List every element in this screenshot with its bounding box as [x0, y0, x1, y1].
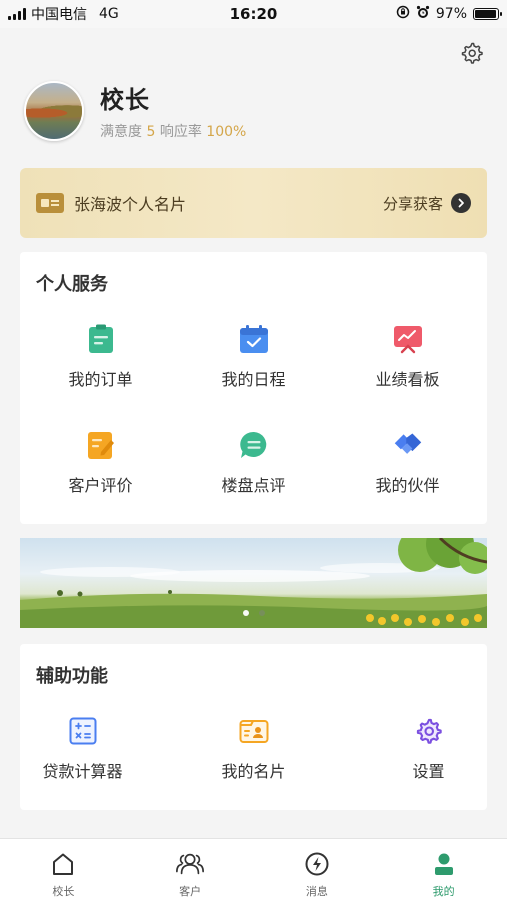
battery-icon — [473, 8, 502, 20]
service-property-reviews[interactable]: 楼盘点评 — [176, 430, 331, 496]
tab-mine[interactable]: 我的 — [380, 839, 507, 900]
handshake-icon — [393, 430, 423, 460]
battery-percent: 97% — [435, 6, 467, 22]
customers-icon — [175, 849, 205, 879]
tab-messages[interactable]: 消息 — [254, 839, 381, 900]
gear-icon — [461, 42, 483, 64]
service-customer-reviews[interactable]: 客户评价 — [23, 430, 178, 496]
tab-bar: 校长 客户 消息 我的 — [0, 838, 507, 900]
tab-customers[interactable]: 客户 — [127, 839, 254, 900]
service-my-orders[interactable]: 我的订单 — [23, 324, 178, 390]
settings-button[interactable] — [457, 38, 487, 68]
signal-icon — [8, 8, 26, 20]
status-left: 中国电信 4G — [8, 4, 119, 24]
grid-label: 业绩看板 — [375, 370, 440, 389]
chart-board-icon — [393, 324, 423, 354]
share-button[interactable]: 分享获客 — [383, 193, 471, 214]
status-bar: 中国电信 4G 16:20 97% — [0, 0, 507, 28]
profile-stats: 满意度 5 响应率 100% — [100, 121, 246, 141]
grid-label: 设置 — [412, 762, 445, 781]
service-performance-board[interactable]: 业绩看板 — [330, 324, 485, 390]
edit-note-icon — [86, 430, 116, 460]
tab-label: 客户 — [179, 885, 202, 898]
service-my-schedule[interactable]: 我的日程 — [176, 324, 331, 390]
profile-name: 校长 — [100, 86, 150, 114]
grid-label: 贷款计算器 — [42, 762, 123, 781]
grid-label: 客户评价 — [68, 476, 133, 495]
business-card-icon — [36, 193, 64, 213]
lightning-icon — [302, 849, 332, 879]
aux-functions-section: 辅助功能 贷款计算器 我的名片 设置 — [20, 644, 487, 810]
home-icon — [48, 849, 78, 879]
status-right: 97% — [396, 5, 502, 23]
tab-label: 消息 — [305, 885, 328, 898]
grid-label: 我的名片 — [221, 762, 286, 781]
carousel-dot-active[interactable] — [242, 610, 249, 616]
section-title: 辅助功能 — [36, 666, 108, 687]
gear-icon — [414, 716, 444, 746]
grid-label: 我的订单 — [68, 370, 133, 389]
clipboard-icon — [86, 324, 116, 354]
response-label: 响应率 — [159, 124, 202, 140]
profile-text: 校长 满意度 5 响应率 100% — [100, 80, 246, 141]
carousel-dot[interactable] — [258, 610, 265, 616]
business-card-banner[interactable]: 张海波个人名片 分享获客 — [20, 168, 487, 238]
profile-header: 校长 满意度 5 响应率 100% — [24, 80, 246, 141]
person-icon — [429, 849, 459, 879]
personal-services-section: 个人服务 我的订单 我的日程 业绩看板 客户评价 楼盘点评 我的伙伴 — [20, 252, 487, 524]
satisfaction-label: 满意度 — [100, 124, 142, 140]
tab-label: 校长 — [52, 885, 75, 898]
business-card-title: 张海波个人名片 — [74, 195, 187, 214]
aux-loan-calculator[interactable]: 贷款计算器 — [5, 716, 160, 782]
grid-label: 我的伙伴 — [375, 476, 440, 495]
calendar-icon — [239, 324, 269, 354]
section-title: 个人服务 — [36, 274, 108, 295]
calculator-icon — [68, 716, 98, 746]
chevron-right-icon — [451, 193, 471, 213]
response-value: 100% — [206, 124, 247, 140]
chat-bubble-icon — [239, 430, 269, 460]
carousel-dots — [20, 610, 487, 616]
grid-label: 我的日程 — [221, 370, 286, 389]
share-label: 分享获客 — [382, 194, 443, 213]
aux-settings[interactable]: 设置 — [351, 716, 506, 782]
network-type: 4G — [99, 6, 119, 22]
id-card-icon — [239, 716, 269, 746]
aux-my-business-card[interactable]: 我的名片 — [176, 716, 331, 782]
alarm-icon — [416, 5, 430, 23]
avatar[interactable] — [24, 80, 84, 141]
satisfaction-value: 5 — [146, 124, 156, 140]
promo-banner[interactable] — [20, 538, 487, 628]
carrier-name: 中国电信 — [31, 7, 87, 23]
tab-principal[interactable]: 校长 — [0, 839, 127, 900]
battery-fill — [475, 10, 497, 18]
grid-label: 楼盘点评 — [221, 476, 286, 495]
service-my-partners[interactable]: 我的伙伴 — [330, 430, 485, 496]
tab-label: 我的 — [432, 885, 455, 898]
rotation-lock-icon — [396, 5, 410, 23]
